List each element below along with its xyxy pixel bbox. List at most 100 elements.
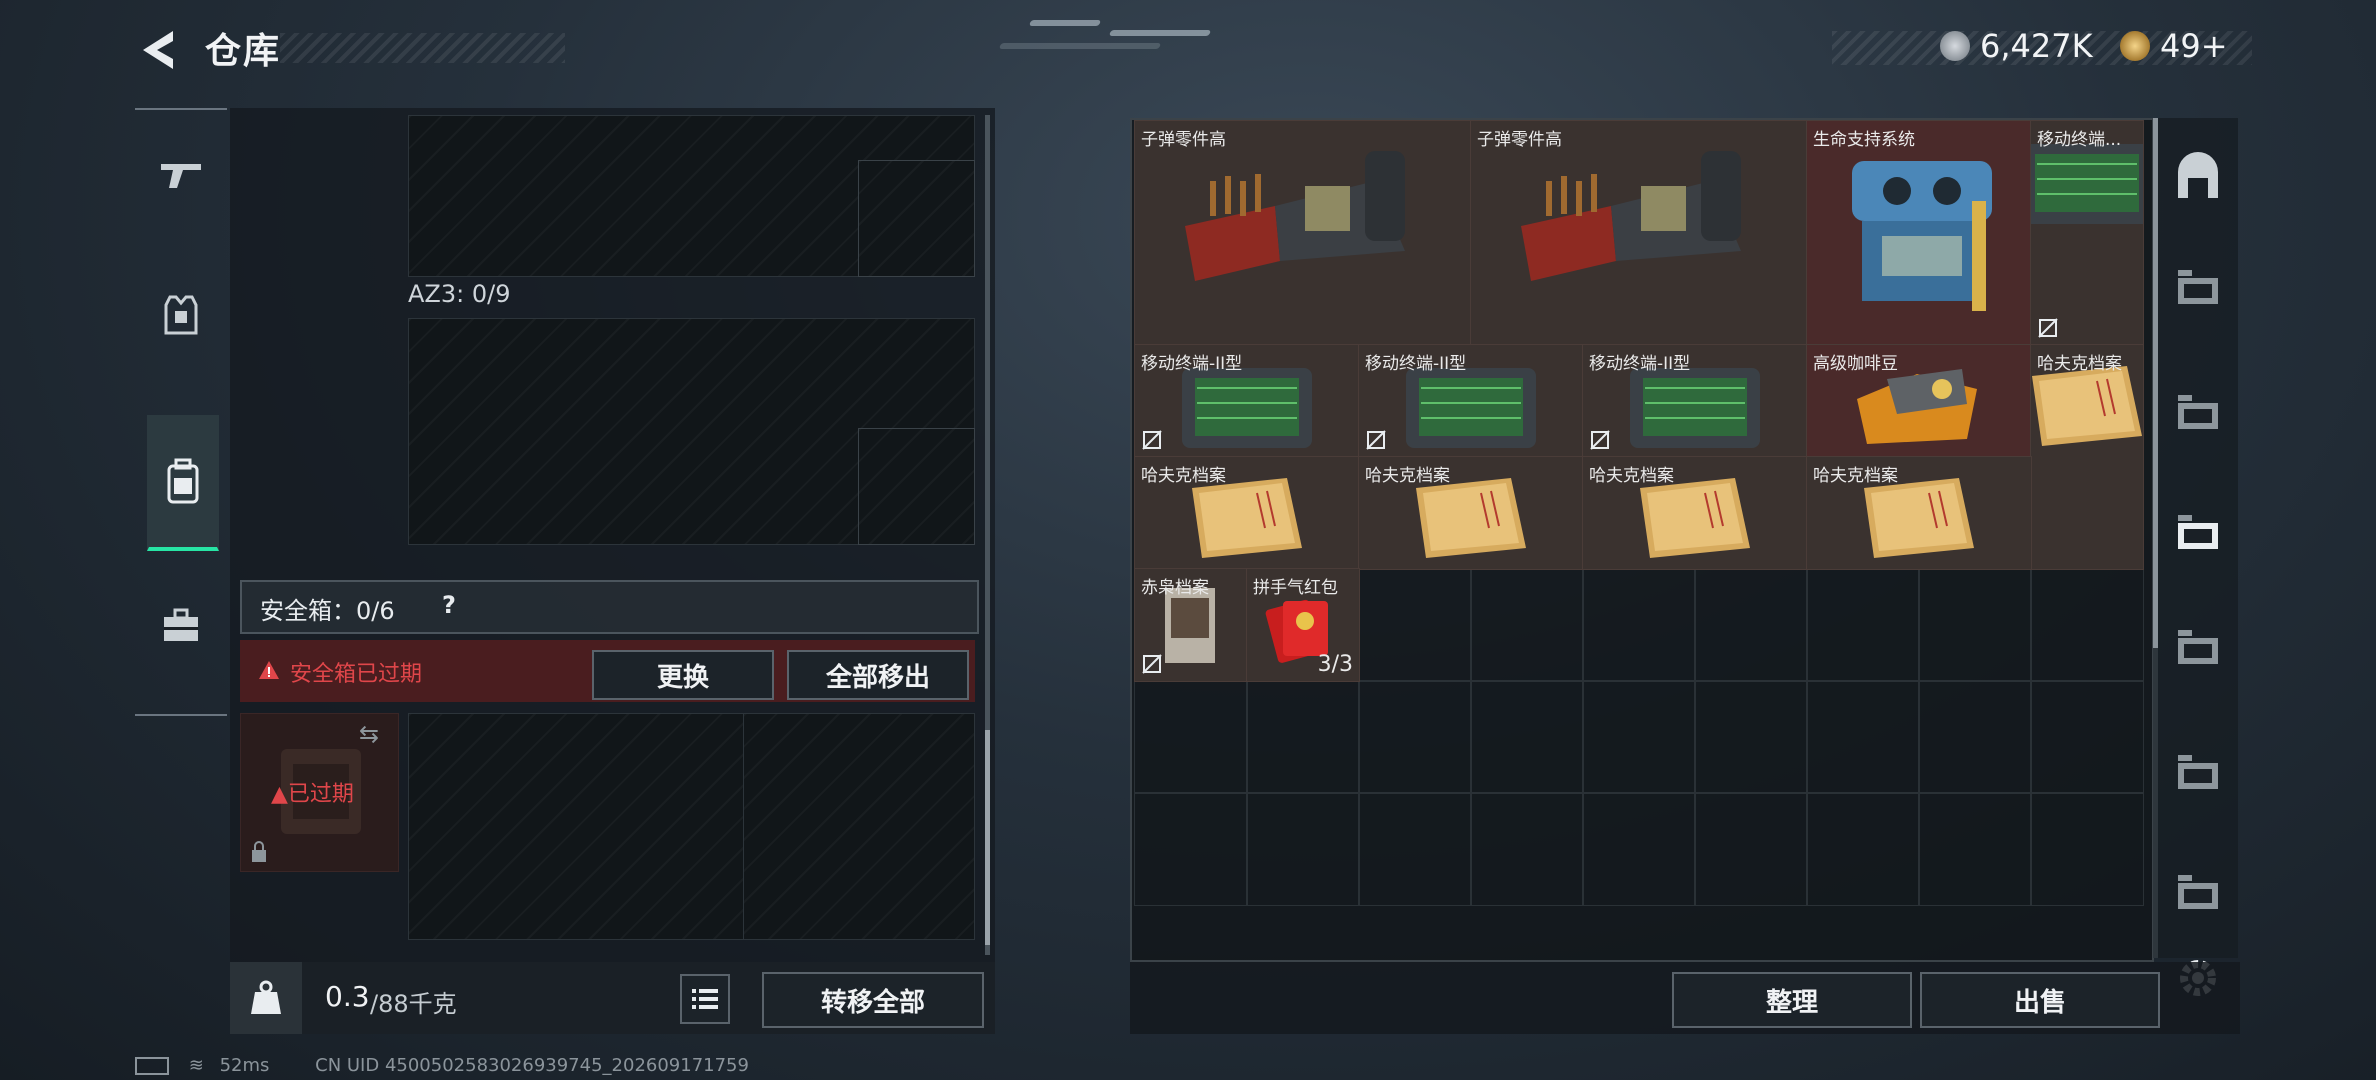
grid-cell[interactable] [1806, 792, 1920, 906]
silver-coin-icon [1940, 31, 1970, 61]
stash-item-file[interactable]: 哈夫克档案 [1582, 456, 1808, 570]
stash-item-terminal[interactable]: 移动终端... [2030, 120, 2144, 346]
stash-item-redpacket[interactable]: 拼手气红包 3/3 [1246, 568, 1360, 682]
safe-box-slot-a[interactable] [408, 713, 745, 940]
tab-weapons[interactable] [147, 110, 215, 240]
stash-item-terminal[interactable]: 移动终端-II型 [1134, 344, 1360, 458]
no-insure-icon [1142, 430, 1162, 450]
grid-cell[interactable] [1694, 680, 1808, 794]
grid-cell[interactable] [2030, 568, 2144, 682]
grid-cell[interactable] [1134, 680, 1248, 794]
haavk-file-icon [2032, 366, 2142, 446]
warning-icon [259, 661, 279, 679]
item-name: 移动终端... [2037, 130, 2122, 150]
mobile-terminal-icon [1630, 368, 1760, 448]
stash-item-file[interactable]: 哈夫克档案 [1358, 456, 1584, 570]
grid-cell[interactable] [1918, 568, 2032, 682]
item-name: 子弹零件高 [1477, 130, 1562, 150]
no-insure-icon [1590, 430, 1610, 450]
grid-cell[interactable] [1358, 568, 1472, 682]
sell-button[interactable]: 出售 [1920, 972, 2160, 1028]
item-name: 哈夫克档案 [1589, 466, 1674, 486]
swap-icon[interactable]: ⇆ [359, 720, 379, 748]
organize-button[interactable]: 整理 [1672, 972, 1912, 1028]
transfer-all-button[interactable]: 转移全部 [762, 972, 984, 1028]
back-button[interactable] [135, 25, 185, 75]
grid-cell[interactable] [1582, 568, 1696, 682]
grid-cell[interactable] [1470, 680, 1584, 794]
stash-item-ammo[interactable]: 子弹零件高 [1134, 120, 1472, 346]
item-name: 生命支持系统 [1813, 130, 1915, 150]
grid-cell[interactable] [1246, 680, 1360, 794]
armor-icon [164, 295, 198, 335]
mobile-terminal-icon [2031, 144, 2143, 224]
stash-item-file[interactable]: 哈夫克档案 [2030, 344, 2144, 570]
ammo-crate-icon [1185, 151, 1405, 281]
expired-safe-box[interactable]: ⇆ ▲已过期 [240, 713, 399, 872]
grid-cell[interactable] [2030, 680, 2144, 794]
stash-item-lifesupport[interactable]: 生命支持系统 [1806, 120, 2032, 346]
stash-item-ammo[interactable]: 子弹零件高 [1470, 120, 1808, 346]
stash-item-coffee[interactable]: 高级咖啡豆 [1806, 344, 2032, 458]
safe-box-slot-b[interactable] [743, 713, 975, 940]
grid-cell[interactable] [1694, 568, 1808, 682]
grid-cell[interactable] [1918, 680, 2032, 794]
grid-cell[interactable] [1358, 680, 1472, 794]
mobile-terminal-icon [1406, 368, 1536, 448]
weight-current: 0.3 [325, 980, 370, 1013]
mobile-terminal-icon [1182, 368, 1312, 448]
stash-item-file[interactable]: 哈夫克档案 [1806, 456, 2032, 570]
expired-label: ▲已过期 [271, 782, 354, 807]
item-name: 哈夫克档案 [2037, 354, 2122, 374]
tab-gear[interactable] [147, 250, 215, 380]
stash-item-file[interactable]: 哈夫克档案 [1134, 456, 1360, 570]
az3-subslot[interactable] [858, 428, 975, 545]
briefcase-icon [164, 608, 198, 641]
storage-add-icon[interactable] [2170, 745, 2226, 801]
gold-currency-value[interactable]: 49+ [2160, 27, 2228, 65]
ammo-crate-icon [1521, 151, 1741, 281]
grid-cell[interactable] [1246, 792, 1360, 906]
life-support-icon [1852, 161, 1992, 311]
grid-cell[interactable] [1918, 792, 2032, 906]
replace-button[interactable]: 更换 [592, 650, 774, 700]
haavk-file-icon [1416, 478, 1526, 558]
storage-iv-icon-3[interactable] [2170, 865, 2226, 921]
loadout-scroll-thumb[interactable] [985, 730, 990, 945]
grid-cell[interactable] [2030, 792, 2144, 906]
container-subslot[interactable] [858, 160, 975, 277]
grid-cell[interactable] [1358, 792, 1472, 906]
item-name: 拼手气红包 [1253, 578, 1338, 598]
haavk-file-icon [1864, 478, 1974, 558]
grid-cell[interactable] [1582, 680, 1696, 794]
safe-box-label: 安全箱：0/6 [260, 597, 395, 625]
stash-item-terminal[interactable]: 移动终端-II型 [1358, 344, 1584, 458]
remove-all-button[interactable]: 全部移出 [787, 650, 969, 700]
grid-cell[interactable] [1134, 792, 1248, 906]
storage-iv-icon-2[interactable] [2170, 385, 2226, 441]
stash-item-dossier[interactable]: 赤枭档案 [1134, 568, 1248, 682]
storage-active-icon[interactable] [2170, 505, 2226, 561]
grid-cell[interactable] [1694, 792, 1808, 906]
grid-cell[interactable] [1470, 792, 1584, 906]
weight-icon-box [230, 962, 302, 1034]
page-title: 仓库 [205, 31, 282, 72]
grid-cell[interactable] [1470, 568, 1584, 682]
list-view-button[interactable] [680, 974, 730, 1024]
grid-cell[interactable] [1806, 680, 1920, 794]
backpack-icon [167, 458, 199, 504]
building-icon[interactable] [2170, 150, 2226, 206]
grid-cell[interactable] [1582, 792, 1696, 906]
no-insure-icon [2038, 318, 2058, 338]
storage-gti-icon[interactable] [2170, 620, 2226, 676]
stash-item-terminal[interactable]: 移动终端-II型 [1582, 344, 1808, 458]
safe-box-help-icon[interactable]: ? [442, 591, 456, 619]
weight-max: /88千克 [370, 990, 457, 1018]
item-name: 哈夫克档案 [1141, 466, 1226, 486]
grid-cell[interactable] [1806, 568, 1920, 682]
storage-iv-icon[interactable] [2170, 260, 2226, 316]
item-name: 哈夫克档案 [1813, 466, 1898, 486]
tab-toolbox[interactable] [147, 560, 215, 690]
tab-backpack[interactable] [147, 415, 219, 551]
gold-coin-icon [2120, 31, 2150, 61]
